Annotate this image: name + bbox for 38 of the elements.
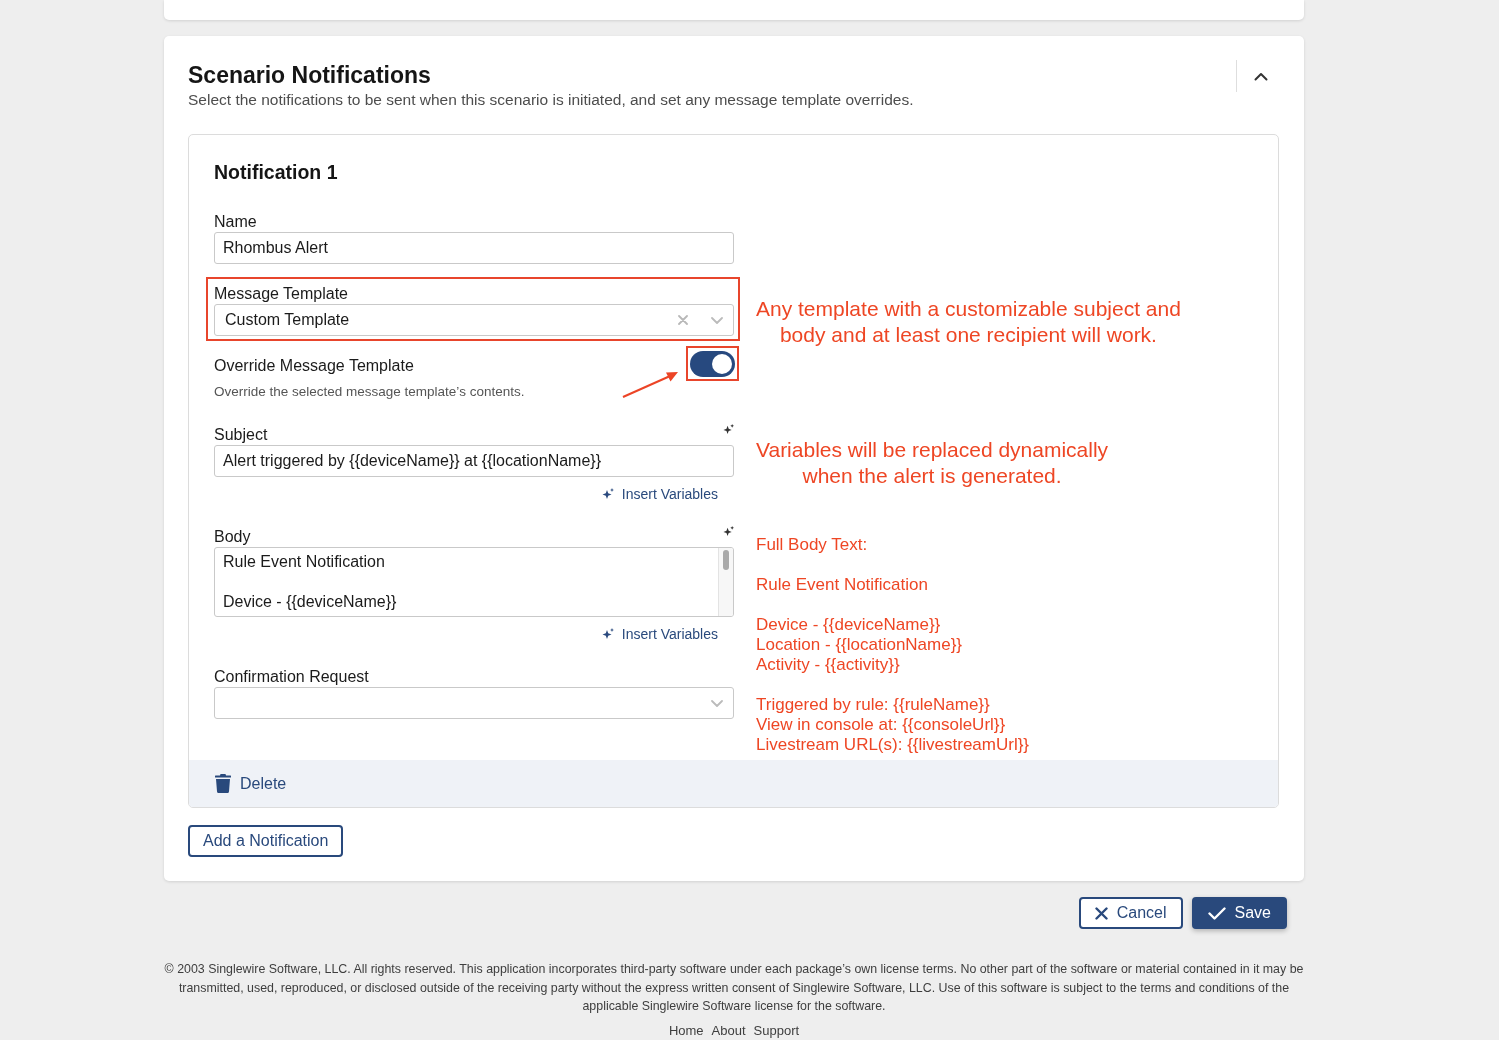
sparkle-icon[interactable]	[723, 423, 734, 435]
annotation-listing: Full Body Text: Rule Event Notification Device - {{deviceName}} Location - {{locationName}} Activity - {{activity}} Triggered by rule: {{ruleName}} View in console at: {{consoleUrl}} Livestream URL(s): {{livestreamUrl}}	[756, 535, 1030, 755]
delete-button[interactable]: Delete	[215, 774, 287, 793]
cancel-button[interactable]: Cancel	[1078, 897, 1183, 929]
text-field[interactable]: Rhombus Alert	[214, 232, 734, 264]
sparkle-icon	[601, 488, 614, 500]
copyright-text: © 2003 Singlewire Software, LLC. All rights reserved. This application incorporates third-party software under each package’s own license terms. No other part of the software or material contained in it may be transmitted, used, reproduced, or disclosed outside of the receiving party without the express written consent of Singlewire Software, LLC. Use of this software is subject to the terms and conditions of the applicable Singlewire Software license for the software.	[163, 961, 1305, 1015]
footer-link[interactable]: About	[711, 1022, 746, 1039]
field-description: Override the selected message template’s contents.	[214, 383, 525, 401]
add-notification-button[interactable]: Add a Notification	[188, 825, 344, 857]
caret-icon	[711, 316, 723, 324]
chevron-up-icon	[1254, 71, 1268, 81]
notification-title: Notification 1	[214, 160, 339, 184]
section-title: Scenario Notifications	[188, 61, 432, 90]
field-label: Name	[214, 212, 257, 232]
select-field[interactable]: Custom Template	[214, 304, 734, 336]
field-label: Message Template	[214, 284, 348, 304]
insert-variables-link[interactable]: Insert Variables	[601, 485, 718, 503]
sparkle-icon[interactable]	[723, 525, 734, 537]
sparkle-icon	[601, 628, 614, 640]
trash-icon	[215, 774, 231, 793]
save-button[interactable]: Save	[1191, 897, 1287, 929]
check-icon	[1207, 906, 1226, 920]
insert-variables-link[interactable]: Insert Variables	[601, 625, 718, 643]
close-icon	[1094, 906, 1108, 920]
annotation-note: Any template with a customizable subject and body and at least one recipient will work.	[756, 296, 1181, 348]
text-field[interactable]: Alert triggered by {{deviceName}} at {{locationName}}	[214, 445, 734, 477]
field-label: Confirmation Request	[214, 667, 369, 687]
caret-icon	[711, 699, 723, 707]
scrollbar-thumb[interactable]	[723, 550, 729, 570]
footer-link[interactable]: Home	[668, 1022, 704, 1039]
select-field[interactable]	[214, 687, 734, 719]
annotation-note: Variables will be replaced dynamically when the alert is generated.	[756, 437, 1109, 489]
section-subtitle: Select the notifications to be sent when this scenario is initiated, and set any message template overrides.	[188, 90, 915, 110]
field-label: Subject	[214, 425, 268, 445]
field-label: Body	[214, 527, 251, 547]
field-label: Override Message Template	[214, 356, 415, 376]
footer-link[interactable]: Support	[753, 1022, 800, 1039]
